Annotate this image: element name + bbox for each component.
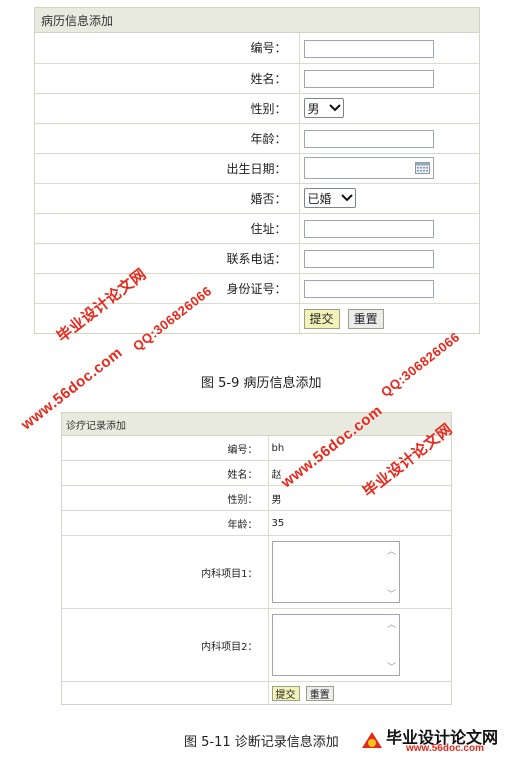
reset-button[interactable]: 重置: [347, 308, 384, 329]
form-row-address: 住址：: [35, 212, 479, 243]
patient-record-form: 病历信息添加 编号： 姓名： 性别： 男 年龄： 出生日期： 婚否： 已婚 住址…: [34, 7, 480, 334]
form-row-married: 婚否： 已婚: [35, 182, 479, 213]
form-row-gender: 性别： 男: [35, 92, 479, 123]
field-label: 姓名：: [62, 460, 269, 486]
field-label: 出生日期：: [35, 152, 300, 183]
scroll-up-icon[interactable]: ︿: [387, 617, 396, 630]
form-row-item2: 内科项目2： ︿ ﹀: [62, 608, 451, 682]
gender-value: 男: [268, 485, 451, 511]
address-input[interactable]: [303, 219, 434, 238]
field-label: 编号：: [62, 436, 269, 461]
field-label: 联系电话：: [35, 242, 300, 273]
submit-button[interactable]: 提交: [303, 308, 340, 329]
chevron-down-icon: [328, 104, 341, 112]
submit-button[interactable]: 提交: [271, 685, 300, 701]
field-label: 姓名：: [35, 62, 300, 93]
chevron-down-icon: [340, 194, 353, 202]
form-header: 诊疗记录添加: [62, 413, 451, 436]
logo-icon: [362, 732, 382, 748]
name-input[interactable]: [303, 69, 434, 88]
age-input[interactable]: [303, 129, 434, 148]
form-row-gender: 性别： 男: [62, 485, 451, 511]
site-logo: 毕业设计论文网 www.56doc.com: [360, 724, 516, 756]
scrollbar[interactable]: ︿ ﹀: [385, 542, 399, 602]
marital-status-select[interactable]: 已婚: [303, 188, 356, 209]
internal-item-1-textarea[interactable]: ︿ ﹀: [271, 541, 400, 603]
marital-selected-value: 已婚: [307, 191, 332, 206]
scrollbar[interactable]: ︿ ﹀: [385, 615, 399, 675]
id-card-input[interactable]: [303, 279, 434, 298]
scroll-down-icon[interactable]: ﹀: [387, 587, 396, 600]
scroll-down-icon[interactable]: ﹀: [387, 660, 396, 673]
form-row-birthdate: 出生日期：: [35, 152, 479, 183]
field-label: 性别：: [35, 92, 300, 123]
field-label: 住址：: [35, 212, 300, 243]
field-label: 年龄：: [62, 510, 269, 536]
form-row-name: 姓名：: [35, 62, 479, 93]
watermark-qq: QQ:306826066: [378, 329, 463, 400]
form-row-item1: 内科项目1： ︿ ﹀: [62, 535, 451, 609]
gender-selected-value: 男: [307, 101, 320, 116]
gender-select[interactable]: 男: [303, 98, 344, 119]
form-row-phone: 联系电话：: [35, 242, 479, 273]
field-label: 编号：: [35, 33, 300, 63]
form-title: 诊疗记录添加: [66, 420, 126, 432]
field-label: 内科项目1：: [62, 535, 269, 609]
form-row-id: 编号：: [35, 33, 479, 63]
internal-item-2-textarea[interactable]: ︿ ﹀: [271, 614, 400, 676]
field-label: 内科项目2：: [62, 608, 269, 682]
field-label: 婚否：: [35, 182, 300, 213]
age-value: 35: [268, 510, 451, 536]
form-row-age: 年龄： 35: [62, 510, 451, 536]
form-row-age: 年龄：: [35, 122, 479, 153]
phone-input[interactable]: [303, 249, 434, 268]
field-label: 性别：: [62, 485, 269, 511]
field-label: 身份证号：: [35, 272, 300, 303]
id-input[interactable]: [303, 39, 434, 58]
figure-caption: 图 5-11 诊断记录信息添加: [184, 735, 339, 750]
logo-url: www.56doc.com: [406, 743, 484, 754]
form-title: 病历信息添加: [41, 13, 114, 28]
figure-caption: 图 5-9 病历信息添加: [201, 376, 322, 391]
form-row-actions: 提交 重置: [62, 681, 451, 704]
calendar-icon[interactable]: [414, 162, 430, 174]
reset-button[interactable]: 重置: [305, 685, 334, 701]
field-label: 年龄：: [35, 122, 300, 153]
birthdate-input[interactable]: [303, 157, 434, 179]
form-header: 病历信息添加: [35, 8, 479, 33]
scroll-up-icon[interactable]: ︿: [387, 544, 396, 557]
